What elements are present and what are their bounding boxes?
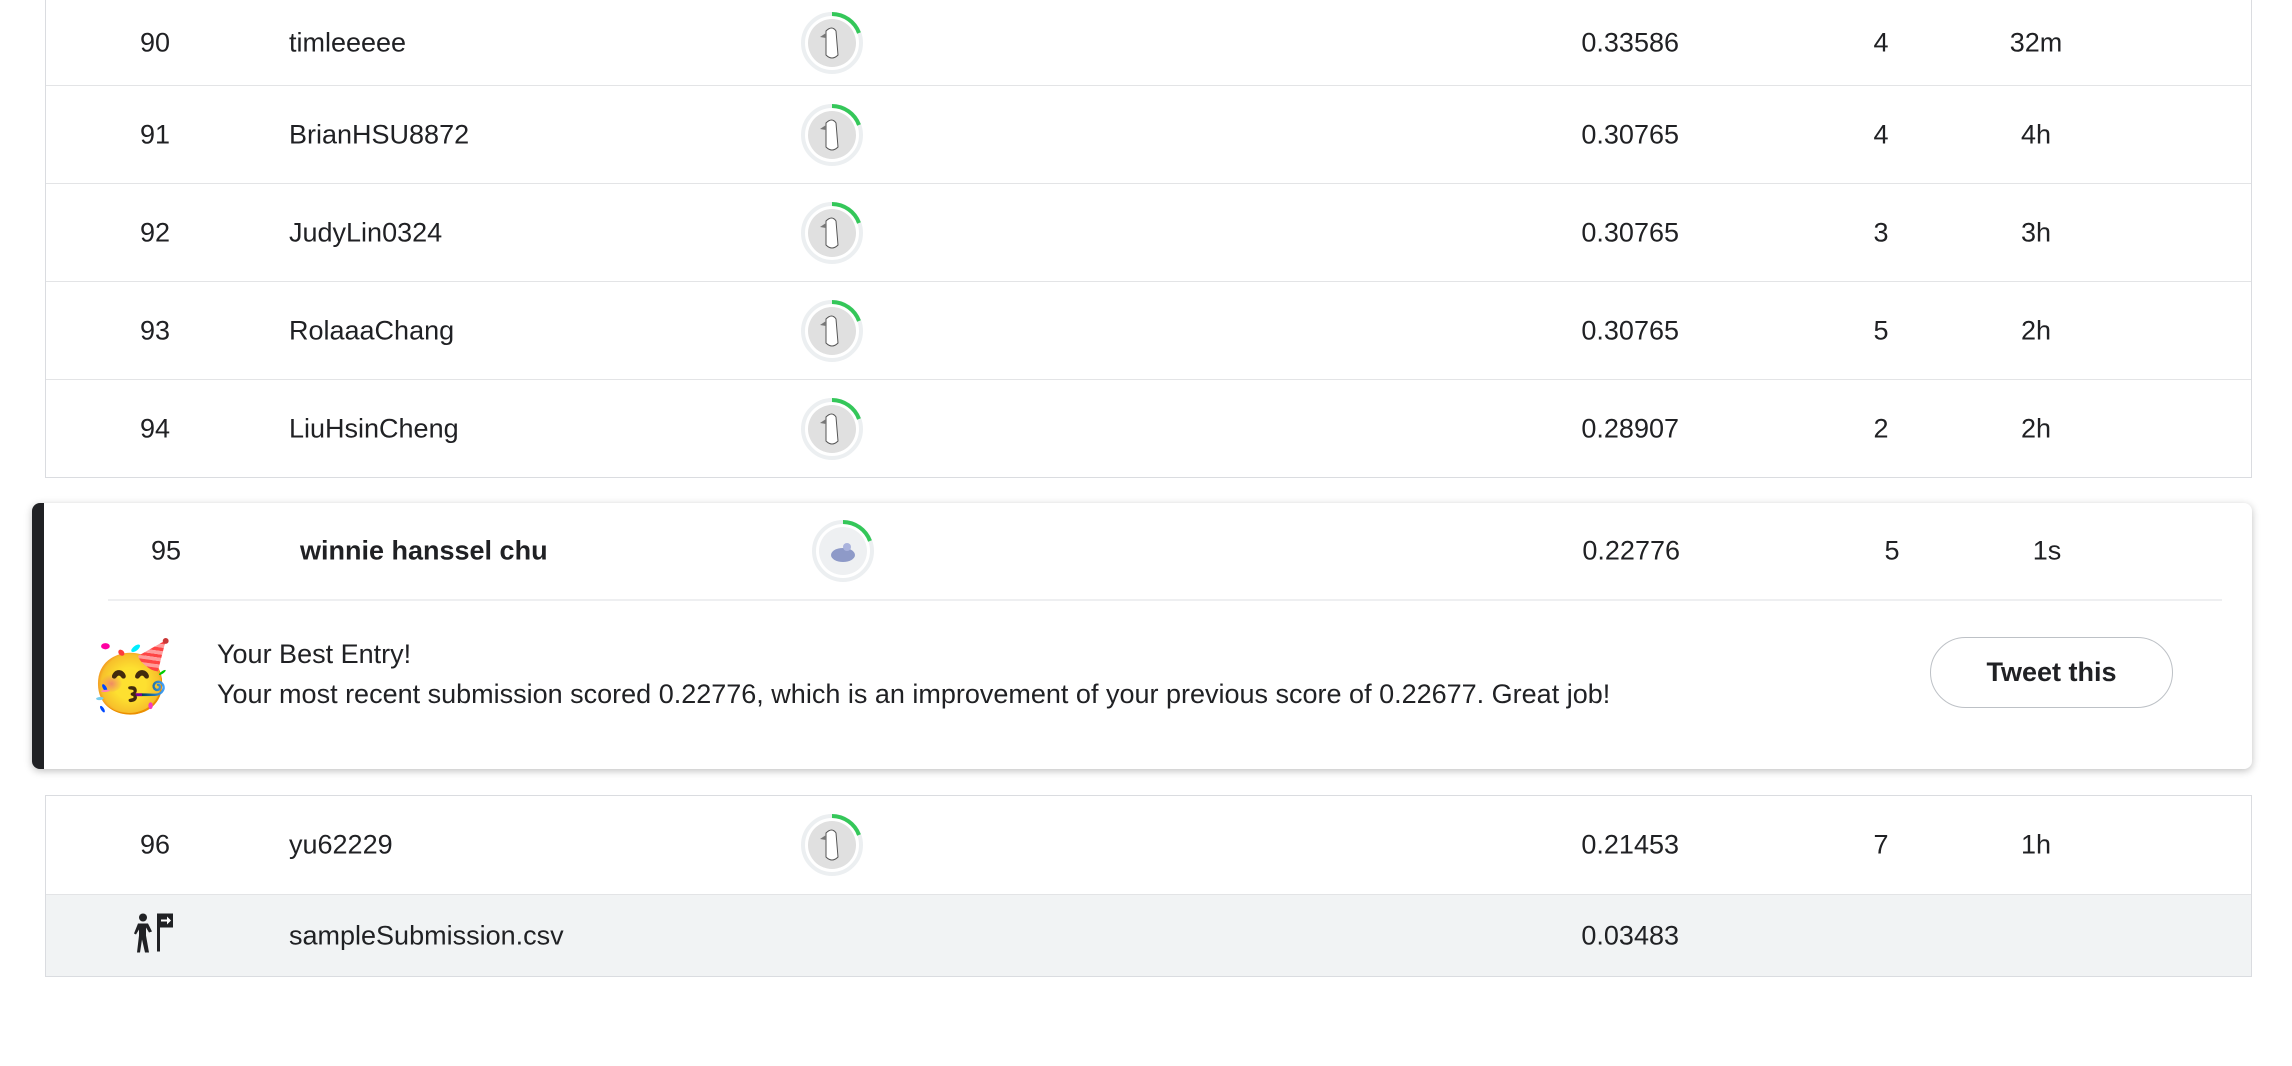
entries: 4 (1873, 119, 1889, 149)
entries: 3 (1873, 217, 1889, 247)
rank: 92 (139, 217, 171, 247)
score: 0.30765 (1581, 119, 1679, 149)
entries: 4 (1873, 27, 1889, 57)
team-name[interactable]: yu62229 (289, 830, 393, 861)
rank: 94 (139, 413, 171, 443)
last-submission: 3h (2020, 217, 2052, 247)
leaderboard-top-block: 90 timleeeee 0.33586 4 32m 91 BrianHSU887… (45, 0, 2252, 478)
score: 0.30765 (1581, 315, 1679, 345)
score: 0.33586 (1581, 27, 1679, 57)
score: 0.21453 (1581, 829, 1679, 860)
benchmark-name: sampleSubmission.csv (289, 920, 564, 950)
best-entry-title: Your Best Entry! (217, 639, 412, 669)
avatar[interactable] (811, 519, 875, 583)
best-entry-message: Your Best Entry! Your most recent submis… (217, 634, 1610, 714)
score: 0.30765 (1581, 217, 1679, 247)
score: 0.22776 (1582, 535, 1680, 566)
party-face-icon: 🥳 (88, 639, 173, 715)
my-entry-card: 95 winnie hanssel chu 0.22776 5 1s 🥳 You… (32, 503, 2252, 769)
best-entry-text: Your most recent submission scored 0.227… (217, 679, 1611, 709)
table-row-self[interactable]: 95 winnie hanssel chu 0.22776 5 1s (44, 503, 2252, 599)
rank: 95 (150, 535, 182, 566)
tweet-button[interactable]: Tweet this (1930, 637, 2173, 708)
rank: 90 (139, 27, 171, 57)
table-row[interactable]: 90 timleeeee 0.33586 4 32m (46, 0, 2251, 85)
last-submission: 1s (2032, 535, 2062, 566)
entries: 2 (1873, 413, 1889, 443)
avatar[interactable] (800, 11, 864, 75)
last-submission: 4h (2020, 119, 2052, 149)
team-name[interactable]: BrianHSU8872 (289, 119, 469, 150)
table-row[interactable]: 93 RolaaaChang 0.30765 5 2h (46, 281, 2251, 379)
avatar[interactable] (800, 103, 864, 167)
table-row[interactable]: 92 JudyLin0324 0.30765 3 3h (46, 183, 2251, 281)
avatar[interactable] (800, 813, 864, 877)
table-row[interactable]: 91 BrianHSU8872 0.30765 4 4h (46, 85, 2251, 183)
avatar[interactable] (800, 299, 864, 363)
leaderboard-bottom-block: 96 yu62229 0.21453 7 1h sampleSubmission… (45, 795, 2252, 977)
avatar[interactable] (800, 397, 864, 461)
entries: 7 (1873, 829, 1889, 860)
last-submission: 32m (2009, 27, 2063, 57)
team-name[interactable]: RolaaaChang (289, 315, 454, 346)
score: 0.28907 (1581, 413, 1679, 443)
benchmark-row: sampleSubmission.csv 0.03483 (46, 894, 2251, 976)
team-name[interactable]: timleeeee (289, 27, 406, 58)
team-name[interactable]: LiuHsinCheng (289, 413, 459, 444)
team-name[interactable]: winnie hanssel chu (300, 536, 548, 567)
team-name[interactable]: JudyLin0324 (289, 217, 442, 248)
table-row[interactable]: 96 yu62229 0.21453 7 1h (46, 796, 2251, 894)
benchmark-person-sign-icon (133, 910, 177, 961)
last-submission: 2h (2020, 413, 2052, 443)
table-row[interactable]: 94 LiuHsinCheng 0.28907 2 2h (46, 379, 2251, 477)
avatar[interactable] (800, 201, 864, 265)
rank: 91 (139, 119, 171, 149)
last-submission: 1h (2020, 829, 2052, 860)
entries: 5 (1873, 315, 1889, 345)
divider (108, 599, 2222, 601)
benchmark-score: 0.03483 (1581, 920, 1679, 950)
rank: 96 (139, 829, 171, 860)
last-submission: 2h (2020, 315, 2052, 345)
entries: 5 (1884, 535, 1900, 566)
rank: 93 (139, 315, 171, 345)
